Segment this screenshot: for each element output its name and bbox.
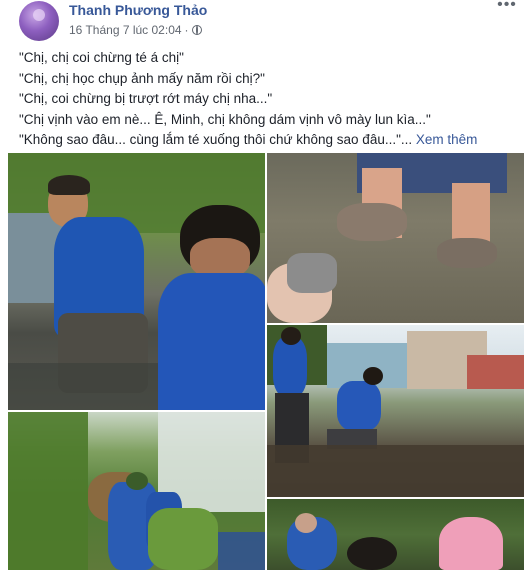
author-name[interactable]: Thanh Phương Thảo: [69, 2, 207, 18]
photo-3[interactable]: [267, 325, 524, 497]
post-timestamp[interactable]: 16 Tháng 7 lúc 02:04: [69, 23, 182, 37]
avatar[interactable]: [19, 1, 59, 41]
photo-4[interactable]: [8, 412, 265, 570]
post-text-line: "Chị, coi chừng bị trượt rớt máy chị nha…: [19, 91, 273, 106]
photo-2[interactable]: [267, 153, 524, 323]
post-text-line: "Chị, chị học chụp ảnh mấy năm rồi chị?": [19, 70, 265, 86]
meta-separator: ·: [184, 23, 189, 37]
globe-icon: [191, 25, 202, 35]
post-text: "Chị, chị coi chừng té á chị" "Chị, chị …: [19, 48, 519, 151]
photo-5[interactable]: [267, 499, 524, 570]
photo-1[interactable]: [8, 153, 265, 410]
facebook-post: Thanh Phương Thảo 16 Tháng 7 lúc 02:04 ·…: [0, 0, 528, 570]
see-more-link[interactable]: Xem thêm: [416, 132, 478, 147]
more-options-icon[interactable]: •••: [496, 0, 518, 14]
post-text-line: "Chị, chị coi chừng té á chị": [19, 50, 184, 65]
post-header: Thanh Phương Thảo 16 Tháng 7 lúc 02:04 ·…: [0, 0, 528, 44]
post-text-line: "Không sao đâu... cùng lắm té xuống thôi…: [19, 130, 519, 151]
post-meta: 16 Tháng 7 lúc 02:04 ·: [69, 23, 202, 37]
post-text-line: "Chị vịnh vào em nè... Ê, Minh, chị khôn…: [19, 111, 431, 127]
post-text-line-last: "Không sao đâu... cùng lắm té xuống thôi…: [19, 132, 413, 147]
